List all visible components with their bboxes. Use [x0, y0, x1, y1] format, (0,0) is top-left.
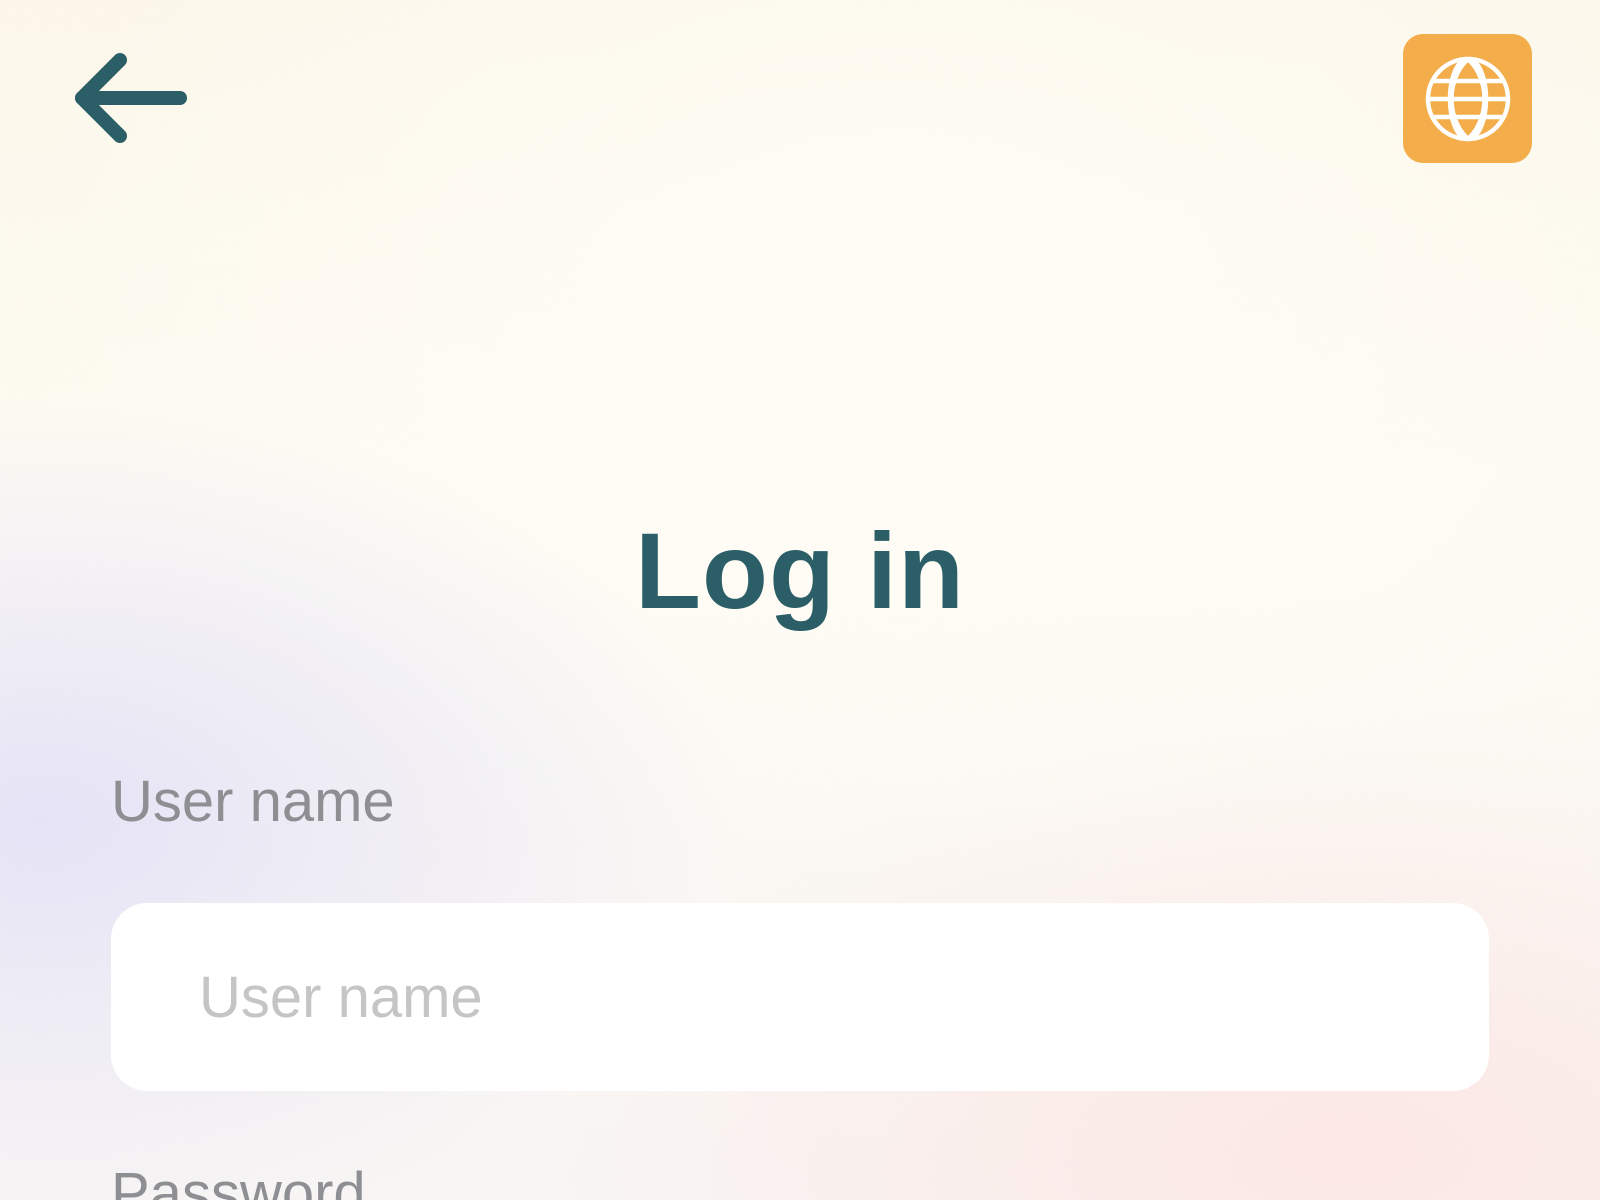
page-title: Log in — [635, 510, 965, 631]
password-label: Password — [111, 1161, 366, 1200]
arrow-left-icon — [75, 53, 187, 143]
language-button[interactable] — [1403, 34, 1532, 163]
username-input[interactable] — [111, 903, 1489, 1091]
back-button[interactable] — [64, 44, 196, 148]
username-label: User name — [111, 769, 395, 834]
globe-icon — [1425, 56, 1510, 141]
